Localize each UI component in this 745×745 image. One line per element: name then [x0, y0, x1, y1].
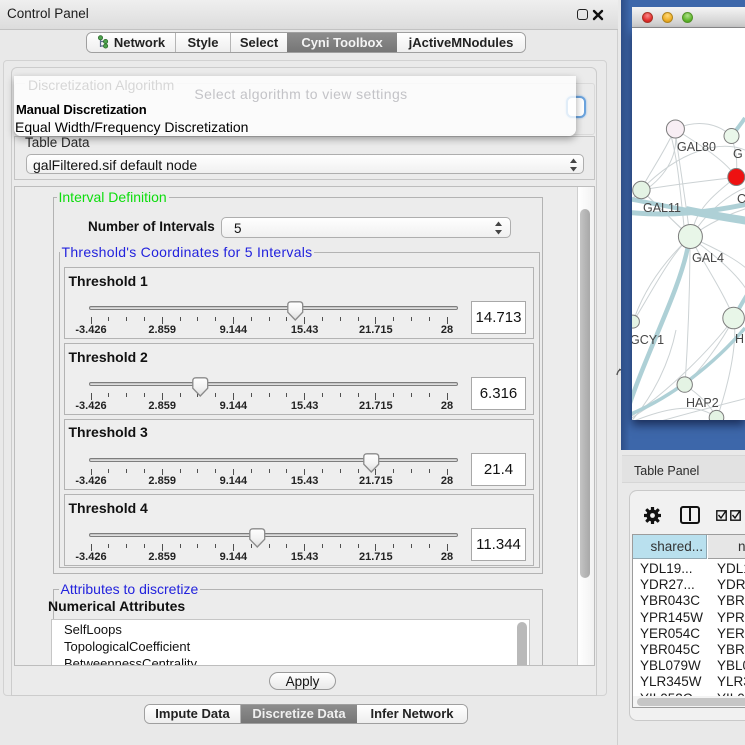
svg-text:G: G: [733, 147, 743, 161]
svg-text:H: H: [735, 332, 744, 346]
svg-text:C: C: [737, 192, 745, 206]
svg-text:GAL80: GAL80: [677, 140, 716, 154]
svg-text:GCY1: GCY1: [632, 333, 664, 347]
svg-text:GAL4: GAL4: [692, 251, 724, 265]
svg-text:GAL11: GAL11: [643, 201, 681, 215]
svg-text:HAP2: HAP2: [686, 396, 719, 410]
